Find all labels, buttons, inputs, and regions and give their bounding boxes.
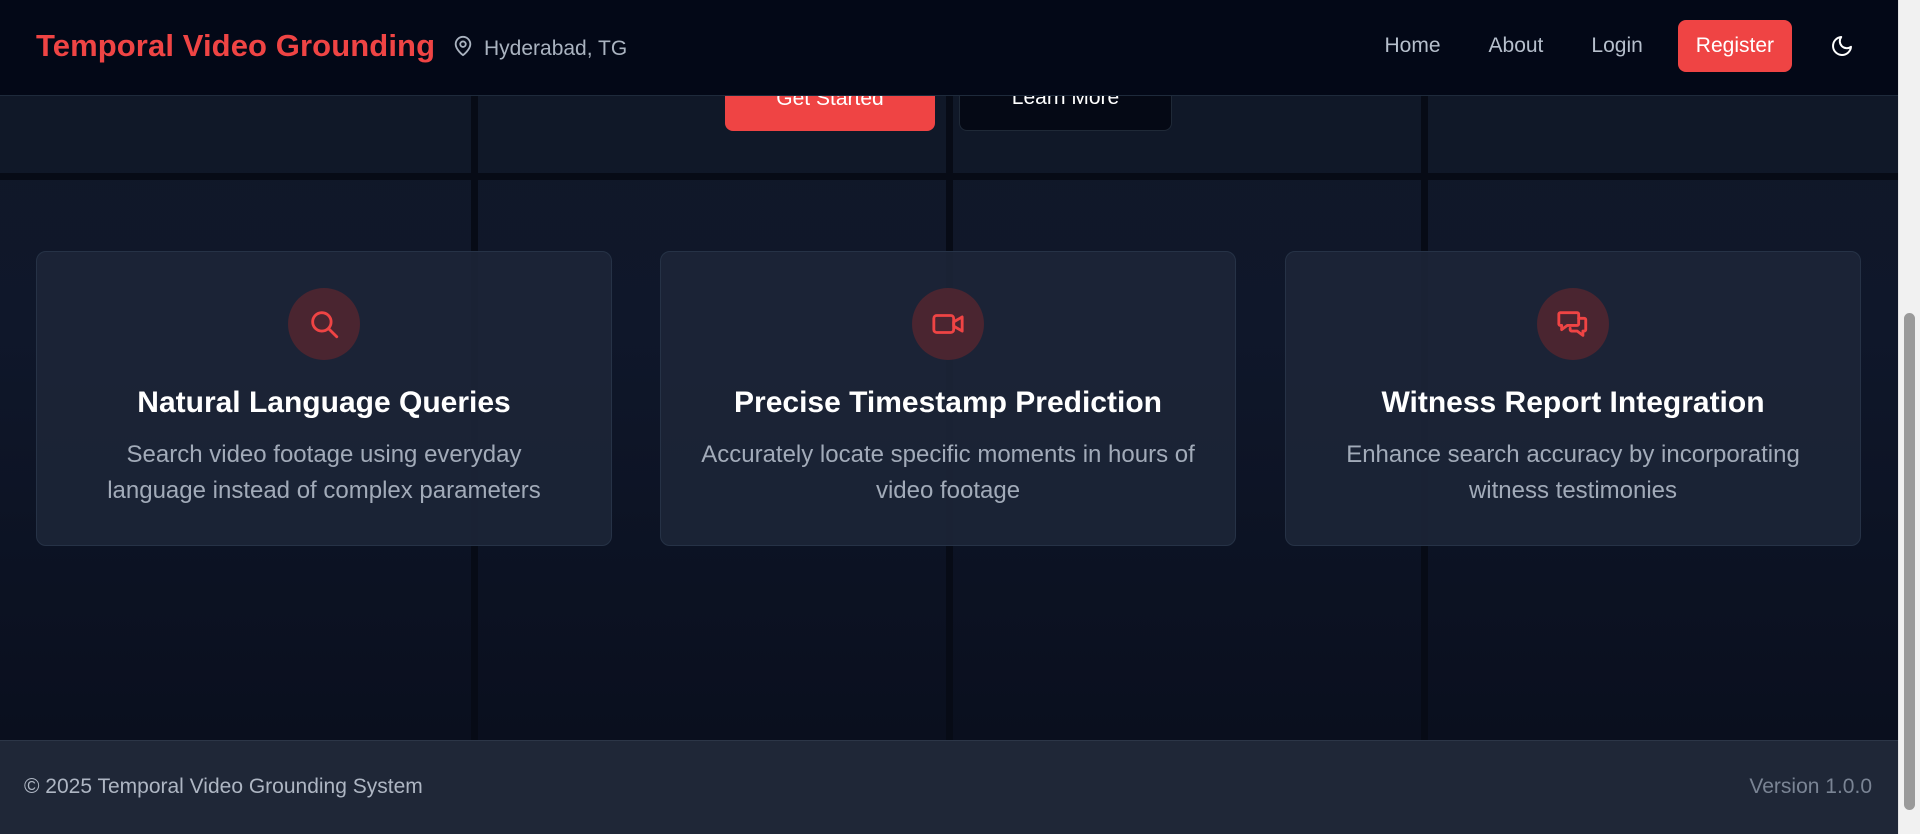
feature-description: Search video footage using everyday lang… (107, 441, 541, 504)
top-navbar: Temporal Video Grounding Hyderabad, TG H… (0, 0, 1898, 96)
brand-logo-text[interactable]: Temporal Video Grounding (36, 28, 435, 64)
copyright-text: © 2025 Temporal Video Grounding System (24, 775, 423, 798)
nav-about-link[interactable]: About (1470, 21, 1563, 71)
feature-description: Enhance search accuracy by incorporating… (1346, 441, 1800, 504)
location-text: Hyderabad, TG (484, 36, 628, 60)
nav-home-link[interactable]: Home (1365, 21, 1459, 71)
moon-icon[interactable] (1822, 26, 1862, 66)
feature-card-natural-language: Natural Language Queries Search video fo… (36, 251, 612, 546)
feature-description: Accurately locate specific moments in ho… (701, 441, 1195, 504)
search-icon (288, 288, 360, 360)
feature-title: Precise Timestamp Prediction (734, 386, 1162, 419)
footer: © 2025 Temporal Video Grounding System V… (0, 740, 1898, 834)
feature-card-timestamp: Precise Timestamp Prediction Accurately … (660, 251, 1236, 546)
nav-login-link[interactable]: Login (1572, 21, 1661, 71)
scrollbar-thumb[interactable] (1904, 313, 1915, 810)
register-button[interactable]: Register (1677, 20, 1792, 72)
video-camera-icon (912, 288, 984, 360)
feature-title: Natural Language Queries (137, 386, 511, 419)
location-indicator: Hyderabad, TG (452, 34, 627, 63)
map-pin-icon (452, 34, 474, 63)
feature-title: Witness Report Integration (1381, 386, 1765, 419)
grid-line (0, 173, 1898, 180)
vertical-scrollbar[interactable] (1898, 0, 1920, 834)
feature-card-witness-report: Witness Report Integration Enhance searc… (1285, 251, 1861, 546)
chat-bubbles-icon (1537, 288, 1609, 360)
main-nav: Home About Login Register (1360, 20, 1898, 72)
page: Get Started Learn More Temporal Video Gr… (0, 0, 1920, 834)
version-text: Version 1.0.0 (1749, 775, 1872, 798)
